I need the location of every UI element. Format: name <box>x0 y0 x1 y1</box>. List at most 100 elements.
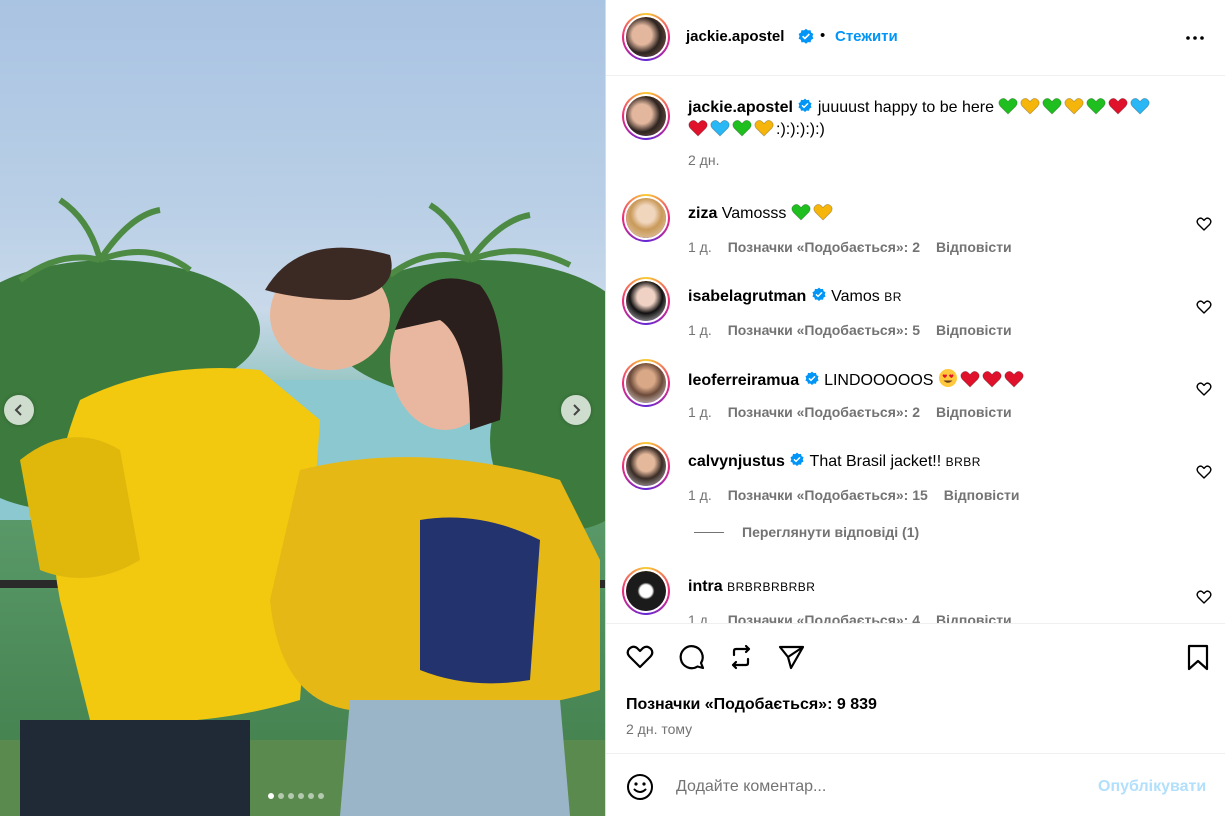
post-actions: Позначки «Подобається»: 9 839 2 дн. тому <box>606 623 1225 753</box>
emoji-icon[interactable] <box>625 772 655 802</box>
comment-time[interactable]: 1 д. <box>688 239 712 255</box>
caption-emojis <box>998 97 1152 116</box>
next-photo-button[interactable] <box>561 395 591 425</box>
view-replies-button[interactable]: Переглянути відповіді (1) <box>694 524 919 540</box>
carousel-dot <box>298 793 304 799</box>
comment-time[interactable]: 1 д. <box>688 487 712 503</box>
avatar[interactable] <box>622 567 670 615</box>
comment-likes[interactable]: Позначки «Подобається»: 2 <box>728 404 920 420</box>
comment-likes[interactable]: Позначки «Подобається»: 5 <box>728 322 920 338</box>
caption-meta: 2 дн. <box>688 152 719 168</box>
verified-badge-icon <box>812 287 826 301</box>
post-photo[interactable] <box>0 0 605 816</box>
carousel-dot <box>278 793 284 799</box>
green-heart-icon <box>1086 97 1107 115</box>
yellow-heart-icon <box>813 203 833 221</box>
comment-like-icon[interactable] <box>1196 216 1212 232</box>
green-heart-icon <box>732 119 752 137</box>
avatar[interactable] <box>622 359 670 407</box>
caption-username[interactable]: jackie.apostel <box>688 99 793 116</box>
comment-like-icon[interactable] <box>1196 464 1212 480</box>
comment-text: LINDOOOOOS <box>824 372 934 389</box>
comment-username[interactable]: isabelagrutman <box>688 288 806 305</box>
yellow-heart-icon <box>1020 97 1041 115</box>
post-header: jackie.apostel • Стежити <box>606 0 1225 76</box>
reply-button[interactable]: Відповісти <box>936 322 1012 338</box>
green-heart-icon <box>998 97 1019 115</box>
comment-time[interactable]: 1 д. <box>688 322 712 338</box>
avatar[interactable] <box>622 194 670 242</box>
red-heart-icon <box>688 119 708 137</box>
view-replies-label: Переглянути відповіді (1) <box>742 524 920 540</box>
repost-icon[interactable] <box>726 642 756 672</box>
comment-text: Vamos <box>831 288 880 305</box>
send-icon[interactable] <box>776 642 806 672</box>
carousel-indicator <box>268 793 324 799</box>
comment-username[interactable]: leoferreiramua <box>688 372 799 389</box>
comment-likes[interactable]: Позначки «Подобається»: 2 <box>728 239 920 255</box>
comment-likes[interactable]: Позначки «Подобається»: 4 <box>728 612 920 623</box>
flag-emojis: BRBR <box>945 455 981 469</box>
comment-username[interactable]: intra <box>688 578 723 595</box>
bookmark-icon[interactable] <box>1183 642 1213 672</box>
carousel-dot <box>308 793 314 799</box>
blue-heart-icon <box>1130 97 1151 115</box>
more-options-icon[interactable] <box>1183 26 1207 50</box>
chevron-left-icon <box>14 404 22 416</box>
comment-text: Vamosss <box>721 205 787 222</box>
comment-meta: 1 д. Позначки «Подобається»: 5 Відповісти <box>688 322 1028 338</box>
red-heart-icon <box>960 370 980 388</box>
comment-text: That Brasil jacket!! <box>809 453 942 470</box>
comment-username[interactable]: ziza <box>688 205 717 222</box>
comments-list[interactable]: jackie.apostel juuuust happy to be here … <box>606 77 1225 623</box>
green-heart-icon <box>791 203 811 221</box>
caption-time[interactable]: 2 дн. <box>688 152 719 168</box>
comment-meta: 1 д. Позначки «Подобається»: 2 Відповісти <box>688 239 1028 255</box>
reply-button[interactable]: Відповісти <box>944 487 1020 503</box>
carousel-dot <box>318 793 324 799</box>
avatar[interactable] <box>622 277 670 325</box>
comment-meta: 1 д. Позначки «Подобається»: 2 Відповісти <box>688 404 1028 420</box>
avatar[interactable] <box>622 13 670 61</box>
post-date[interactable]: 2 дн. тому <box>626 721 692 737</box>
post-likes-count[interactable]: Позначки «Подобається»: 9 839 <box>626 696 877 714</box>
reply-button[interactable]: Відповісти <box>936 239 1012 255</box>
comment-icon[interactable] <box>676 642 706 672</box>
comment-input[interactable] <box>676 774 1076 800</box>
green-heart-icon <box>1042 97 1063 115</box>
verified-badge-icon <box>798 28 814 44</box>
reply-button[interactable]: Відповісти <box>936 404 1012 420</box>
verified-badge-icon <box>805 371 819 385</box>
publish-button[interactable]: Опублікувати <box>1098 778 1206 796</box>
comment-username[interactable]: calvynjustus <box>688 453 785 470</box>
avatar[interactable] <box>622 442 670 490</box>
follow-button[interactable]: Стежити <box>835 28 898 45</box>
verified-badge-icon <box>798 98 812 112</box>
caption-emojis <box>688 119 776 138</box>
comment-time[interactable]: 1 д. <box>688 612 712 623</box>
photo-scene <box>0 197 605 816</box>
blue-heart-icon <box>710 119 730 137</box>
avatar[interactable] <box>622 92 670 140</box>
comment-time[interactable]: 1 д. <box>688 404 712 420</box>
yellow-heart-icon <box>754 119 774 137</box>
yellow-heart-icon <box>1064 97 1085 115</box>
comment-like-icon[interactable] <box>1196 299 1212 315</box>
heart-icon[interactable] <box>625 642 655 672</box>
author-username[interactable]: jackie.apostel <box>686 28 784 45</box>
comment-likes[interactable]: Позначки «Подобається»: 15 <box>728 487 928 503</box>
previous-photo-button[interactable] <box>4 395 34 425</box>
red-heart-icon <box>982 370 1002 388</box>
red-heart-icon <box>1108 97 1129 115</box>
comment-like-icon[interactable] <box>1196 589 1212 605</box>
verified-badge-icon <box>790 452 804 466</box>
reply-button[interactable]: Відповісти <box>936 612 1012 623</box>
comment-like-icon[interactable] <box>1196 381 1212 397</box>
comment-meta: 1 д. Позначки «Подобається»: 4 Відповісти <box>688 612 1028 623</box>
heart-eyes-icon <box>938 369 957 387</box>
comment-composer: Опублікувати <box>606 753 1225 816</box>
carousel-dot <box>288 793 294 799</box>
replies-line <box>694 531 724 533</box>
flag-emojis: BRBRBRBRBR <box>727 580 816 594</box>
flag-emojis: BR <box>884 290 902 304</box>
